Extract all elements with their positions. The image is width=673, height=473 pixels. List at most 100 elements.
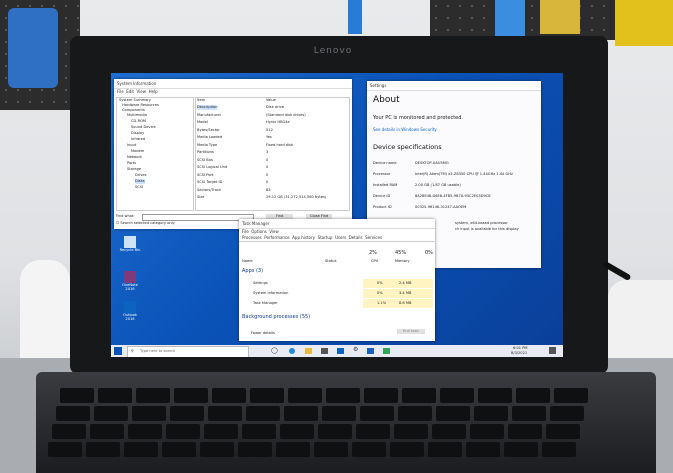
table-row-item: Media Type: [197, 142, 218, 147]
pen-touch-text: ch input is available for this display: [455, 227, 519, 231]
keyboard-key: [174, 388, 208, 403]
system-information-window[interactable]: System Information File Edit View Help S…: [114, 79, 352, 229]
start-icon[interactable]: [114, 347, 122, 355]
tab-performance[interactable]: Performance: [264, 235, 289, 240]
tree-item[interactable]: Sound Device: [131, 125, 156, 130]
app-row-name[interactable]: System Information: [253, 291, 288, 296]
end-task-button[interactable]: End task: [397, 329, 425, 334]
settings-gear-icon[interactable]: ⚙: [353, 347, 358, 353]
column-header-value[interactable]: Value: [266, 98, 276, 103]
tree-item[interactable]: SCSI: [135, 185, 143, 190]
tree-item[interactable]: Infrared: [131, 137, 145, 142]
tab-startup[interactable]: Startup: [318, 235, 333, 240]
tree-item[interactable]: Modem: [131, 149, 144, 154]
keyboard-key: [542, 442, 576, 457]
tab-processes[interactable]: Processes: [242, 235, 262, 240]
spec-value: DESKTOP-UAU5MG: [415, 161, 449, 165]
task-view-icon[interactable]: ◯: [271, 348, 278, 354]
menu-help[interactable]: Help: [149, 89, 158, 94]
desktop-icon-outlook[interactable]: Outlook 2016: [119, 301, 141, 321]
category-tree[interactable]: System Summary Hardware Resources Compon…: [116, 97, 194, 211]
keyboard-key: [550, 406, 584, 421]
column-header-status[interactable]: Status: [325, 259, 336, 264]
notification-icon[interactable]: [549, 347, 556, 354]
file-explorer-icon[interactable]: [305, 348, 312, 354]
windows-security-link[interactable]: See details in Windows Security: [373, 127, 437, 132]
tab-services[interactable]: Services: [365, 235, 382, 240]
keyboard-key: [326, 388, 360, 403]
keyboard-key: [478, 388, 512, 403]
table-row-value: 63: [266, 187, 271, 192]
keyboard-key: [250, 388, 284, 403]
cable-package: [8, 8, 58, 88]
spec-label: Processor: [373, 172, 391, 176]
spec-value: 8A28E48-D6E8-4FB5-9B7A-93C2E03D9C8: [415, 194, 491, 198]
keyboard-key: [402, 388, 436, 403]
menu-file[interactable]: File: [117, 89, 124, 94]
desktop-icon-onenote[interactable]: OneNote 2016: [119, 271, 141, 291]
tree-item-selected[interactable]: Disks: [135, 179, 145, 184]
tab-app-history[interactable]: App history: [292, 235, 315, 240]
search-selected-checkbox[interactable]: ☐ Search selected category only: [116, 221, 175, 226]
menu-view[interactable]: View: [269, 229, 279, 234]
clock-date[interactable]: 8/3/2021: [511, 351, 527, 356]
column-header-cpu[interactable]: CPU: [371, 259, 378, 264]
menu-file[interactable]: File: [242, 229, 249, 234]
keyboard-key: [440, 388, 474, 403]
taskmgr-taskbar-icon[interactable]: [383, 348, 390, 354]
table-row-value: Yes: [266, 135, 272, 139]
keyboard-key: [508, 424, 542, 439]
tab-users[interactable]: Users: [335, 235, 346, 240]
settings-titlebar[interactable]: Settings: [367, 81, 541, 91]
spec-value: 00325-96146-31247-AAOEM: [415, 205, 467, 209]
keyboard-key: [504, 442, 538, 457]
store-icon[interactable]: [321, 348, 328, 354]
app-row-name[interactable]: Settings: [253, 281, 268, 286]
keyboard-key: [280, 424, 314, 439]
keyboard-key: [432, 424, 466, 439]
app-row-cpu: 1.1%: [377, 301, 387, 305]
desktop-icon-recycle-bin[interactable]: Recycle Bin: [119, 236, 141, 252]
edge-icon[interactable]: [289, 348, 295, 354]
mail-icon[interactable]: [337, 348, 344, 354]
keyboard-key: [56, 406, 90, 421]
laptop-screen: Recycle Bin OneNote 2016 Outlook 2016 Sy…: [111, 73, 563, 357]
menu-edit[interactable]: Edit: [126, 89, 134, 94]
app-row-memory: 2.4 MB: [399, 281, 412, 285]
yellow-package: [540, 0, 580, 34]
white-chair: [20, 260, 70, 360]
sysinfo-menubar: File Edit View Help: [114, 89, 352, 95]
keyboard-key: [170, 406, 204, 421]
keyboard-key: [124, 442, 158, 457]
tree-item[interactable]: Storage: [127, 167, 141, 172]
tree-item[interactable]: CD-ROM: [131, 119, 146, 124]
tree-item[interactable]: Display: [131, 131, 144, 136]
column-header-memory[interactable]: Memory: [395, 259, 410, 264]
keyboard-key: [436, 406, 470, 421]
menu-options[interactable]: Options: [251, 229, 266, 234]
keyboard-key: [246, 406, 280, 421]
search-box[interactable]: ⚲ Type here to search: [127, 346, 249, 357]
tree-item[interactable]: Multimedia: [127, 113, 147, 118]
tab-details[interactable]: Details: [349, 235, 363, 240]
tree-item[interactable]: Network: [127, 155, 142, 160]
taskmgr-titlebar[interactable]: Task Manager: [239, 219, 435, 229]
sysinfo-taskbar-icon[interactable]: [367, 348, 374, 354]
app-row-name[interactable]: Task Manager: [253, 301, 278, 306]
menu-view[interactable]: View: [137, 89, 147, 94]
fewer-details-button[interactable]: Fewer details: [251, 331, 275, 336]
table-row-value: 0: [266, 165, 269, 169]
keyboard-key: [398, 406, 432, 421]
table-row-item: SCSI Target ID: [197, 180, 223, 184]
column-header-item[interactable]: Item: [197, 98, 205, 103]
app-row-memory: 3.4 MB: [399, 291, 412, 295]
tree-item[interactable]: Input: [127, 143, 136, 148]
find-input[interactable]: [142, 214, 254, 221]
task-manager-window[interactable]: Task Manager File Options View Processes…: [239, 219, 435, 341]
tree-item[interactable]: Drives: [135, 173, 146, 178]
column-header-name[interactable]: Name: [242, 259, 253, 264]
tree-item[interactable]: Ports: [127, 161, 136, 166]
taskbar: ⚲ Type here to search ◯ ⚙ 6:01 PM 8/3/20…: [111, 345, 563, 357]
sysinfo-titlebar[interactable]: System Information: [114, 79, 352, 89]
table-row-value: (Standard disk drives): [266, 112, 306, 117]
